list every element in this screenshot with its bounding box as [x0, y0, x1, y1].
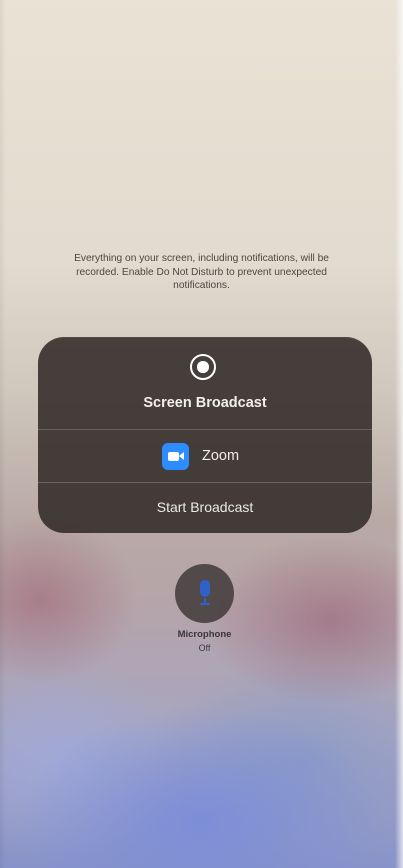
- mic-base: [200, 603, 210, 605]
- panel-title: Screen Broadcast: [143, 395, 267, 411]
- zoom-camera-icon: [162, 443, 189, 470]
- start-broadcast-button[interactable]: Start Broadcast: [38, 483, 372, 533]
- microphone-toggle-button[interactable]: [175, 564, 234, 623]
- recording-info-text: Everything on your screen, including not…: [74, 253, 329, 291]
- record-dot: [197, 361, 209, 373]
- camera-body: [168, 452, 179, 461]
- microphone-label: Microphone: [177, 629, 232, 640]
- mic-capsule: [200, 580, 210, 597]
- broadcast-panel: Screen Broadcast Zoom Start Broadcast: [38, 337, 372, 533]
- app-name: Zoom: [202, 448, 240, 464]
- screen-edge-right: [395, 0, 403, 868]
- microphone-icon: [198, 580, 212, 606]
- record-icon: [190, 354, 216, 380]
- broadcast-header: Screen Broadcast: [38, 337, 372, 429]
- screen-edge-left: [0, 0, 6, 868]
- microphone-state: Off: [198, 643, 211, 653]
- camera-lens: [179, 452, 184, 460]
- broadcast-app-zoom[interactable]: Zoom: [38, 430, 372, 482]
